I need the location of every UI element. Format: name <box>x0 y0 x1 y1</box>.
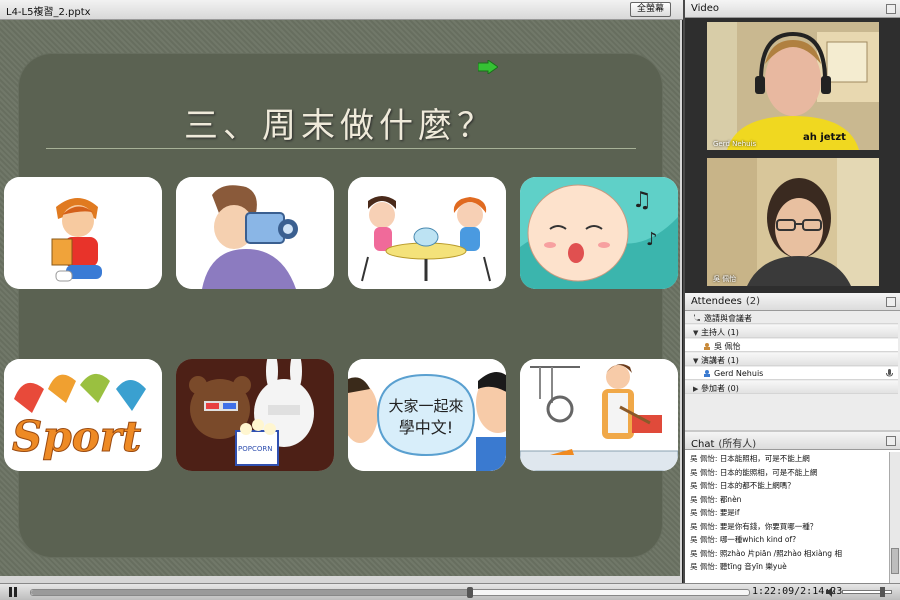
presentation-pane: L4-L5複習_2.pptx 全螢幕 三、周末做什麼？ ♫ ♪ Sport PO… <box>0 0 683 583</box>
attendees-panel-title: Attendees <box>691 296 742 307</box>
cooking-icon <box>520 359 678 471</box>
seek-progress <box>31 590 470 595</box>
card-learn-chinese: 大家一起來 學中文! <box>348 359 506 471</box>
card-tea-party <box>348 177 506 289</box>
chat-message-list[interactable]: 吳 佩怡: 日本能照相，可是不能上網 吳 佩怡: 日本的能照相，可是不能上網 吳… <box>685 452 888 583</box>
card-sport: Sport <box>4 359 162 471</box>
card-movie-popcorn: POPCORN <box>176 359 334 471</box>
chat-message: 吳 佩怡: 都nèn <box>690 494 742 504</box>
chat-message: 吳 佩怡: 聽tīng 音yīn 樂yuè <box>690 562 787 571</box>
volume-slider[interactable] <box>842 587 892 597</box>
chat-message: 吳 佩怡: 要是if <box>690 508 740 517</box>
attendees-panel: 邀請與會議者 ▼ 主持人 (1) 吳 佩怡 ▼ 演講者 (1) Gerd Nehui… <box>685 311 900 430</box>
video-panel-title: Video <box>691 3 720 14</box>
side-panels: Video ah jetzt Gerd Nehuis 吳 佩怡 Attendee… <box>685 0 900 583</box>
video-feed-host[interactable]: 吳 佩怡 <box>707 158 879 286</box>
chat-panel-title: Chat <box>691 439 715 450</box>
popcorn-text: POPCORN <box>238 445 272 453</box>
invite-attendees-link[interactable]: 邀請與會議者 <box>685 311 898 324</box>
svg-text:♫: ♫ <box>632 188 652 213</box>
chat-message: 吳 佩怡: 日本能照相，可是不能上網 <box>690 454 810 463</box>
presenter-video-frame: ah jetzt <box>707 22 879 150</box>
video-participant-name: Gerd Nehuis <box>713 140 757 148</box>
expand-triangle-icon[interactable]: ▶ <box>693 385 701 393</box>
sport-icon: Sport <box>4 359 162 471</box>
chat-message: 吳 佩怡: 要是你有錢，你要買哪一種？ <box>690 521 818 531</box>
card-cooking <box>520 359 678 471</box>
chat-scrollbar-thumb[interactable] <box>891 548 899 574</box>
learn-chinese-line2: 學中文! <box>399 418 453 437</box>
seek-handle[interactable] <box>466 587 473 598</box>
card-video-camera <box>176 177 334 289</box>
singing-face-icon: ♫ ♪ <box>520 177 678 289</box>
video-feed-presenter[interactable]: ah jetzt Gerd Nehuis <box>707 22 879 150</box>
playback-bar: 1:22:09/2:14:23 <box>0 583 900 600</box>
chat-scope: (所有人) <box>718 439 757 450</box>
learn-chinese-icon: 大家一起來 學中文! <box>348 359 506 471</box>
attendee-presenter-item[interactable]: Gerd Nehuis <box>685 367 898 380</box>
panel-menu-icon[interactable] <box>886 436 896 446</box>
seek-slider[interactable] <box>30 587 750 598</box>
reading-boy-icon <box>4 177 162 289</box>
collapse-triangle-icon[interactable]: ▼ <box>693 329 701 337</box>
attendees-count: (2) <box>745 296 761 307</box>
video-camera-icon <box>176 177 334 289</box>
collapse-triangle-icon[interactable]: ▼ <box>693 357 701 365</box>
video-panel: ah jetzt Gerd Nehuis 吳 佩怡 <box>685 18 900 293</box>
attendee-group-presenters[interactable]: ▼ 演講者 (1) <box>685 353 898 366</box>
chat-message: 吳 佩怡: 哪一種which kind of? <box>690 535 797 544</box>
attendee-group-hosts[interactable]: ▼ 主持人 (1) <box>685 325 898 338</box>
chat-panel: 吳 佩怡: 日本能照相，可是不能上網 吳 佩怡: 日本的能照相，可是不能上網 吳… <box>685 450 900 583</box>
slide-divider <box>46 148 636 149</box>
pointer-arrow-icon <box>478 60 498 74</box>
chat-message: 吳 佩怡: 日本的都不能上網嗎？ <box>690 481 795 490</box>
svg-text:♪: ♪ <box>646 229 658 250</box>
card-singing-face: ♫ ♪ <box>520 177 678 289</box>
video-participant-name: 吳 佩怡 <box>713 275 737 283</box>
tea-party-icon <box>348 177 506 289</box>
panel-menu-icon[interactable] <box>886 4 896 14</box>
host-video-frame <box>707 158 879 286</box>
sport-text: Sport <box>12 412 141 461</box>
panel-menu-icon[interactable] <box>886 297 896 307</box>
volume-handle[interactable] <box>880 587 886 597</box>
attendee-host-item[interactable]: 吳 佩怡 <box>685 339 898 352</box>
meeting-window: L4-L5複習_2.pptx 全螢幕 三、周末做什麼？ ♫ ♪ Sport PO… <box>0 0 900 600</box>
presentation-toolbar: L4-L5複習_2.pptx 全螢幕 <box>0 0 683 20</box>
chat-panel-header[interactable]: Chat (所有人) <box>685 432 900 450</box>
movie-popcorn-icon: POPCORN <box>176 359 334 471</box>
video-panel-header[interactable]: Video <box>685 0 900 18</box>
speaker-icon[interactable] <box>826 587 836 597</box>
presenter-icon <box>704 370 710 377</box>
slide-heading: 三、周末做什麼？ <box>184 106 496 146</box>
attendee-group-participants[interactable]: ▶ 參加者 (0) <box>685 381 898 394</box>
learn-chinese-line1: 大家一起來 <box>388 397 463 415</box>
card-reading-boy <box>4 177 162 289</box>
host-icon <box>704 343 710 350</box>
slide: 三、周末做什麼？ ♫ ♪ Sport POPCORN 大家一起來 學中文! <box>0 20 680 576</box>
microphone-icon[interactable] <box>885 369 894 378</box>
presentation-file-title: L4-L5複習_2.pptx <box>6 7 91 18</box>
fullscreen-button[interactable]: 全螢幕 <box>629 2 671 17</box>
chat-message: 吳 佩怡: 照zhào 片piān /照zhào 相xiàng 相 <box>690 548 842 558</box>
presenter-shirt-text: ah jetzt <box>803 132 846 143</box>
chat-scrollbar[interactable] <box>889 452 900 583</box>
phone-icon <box>694 314 700 321</box>
pause-icon[interactable] <box>6 586 20 598</box>
chat-message: 吳 佩怡: 日本的能照相，可是不能上網 <box>690 467 818 477</box>
attendees-panel-header[interactable]: Attendees (2) <box>685 293 900 311</box>
